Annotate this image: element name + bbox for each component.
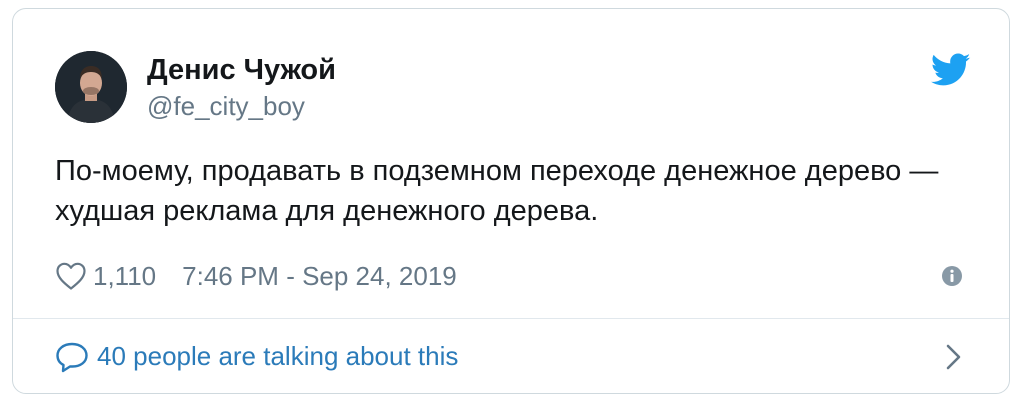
like-count[interactable]: 1,110	[93, 261, 156, 292]
heart-icon[interactable]	[55, 261, 87, 291]
avatar[interactable]	[55, 51, 127, 123]
avatar-image	[55, 51, 127, 123]
author-handle[interactable]: @fe_city_boy	[147, 91, 305, 121]
twitter-bird-icon[interactable]	[931, 53, 971, 87]
conversation-count[interactable]: 40 people are talking about this	[97, 340, 458, 372]
info-icon[interactable]	[941, 265, 963, 287]
tweet-text: По-моему, продавать в подземном переходе…	[55, 155, 939, 227]
author-name[interactable]: Денис Чужой	[147, 53, 336, 87]
tweet-card[interactable]: Денис Чужой @fe_city_boy По-моему, прода…	[12, 8, 1010, 394]
conversation-link[interactable]: 40 people are talking about this	[13, 319, 1009, 395]
chat-bubble-icon	[56, 342, 88, 373]
tweet-meta: 1,110 7:46 PM - Sep 24, 2019	[55, 259, 457, 293]
chevron-right-icon	[946, 344, 961, 370]
tweet-timestamp[interactable]: 7:46 PM - Sep 24, 2019	[182, 261, 457, 292]
